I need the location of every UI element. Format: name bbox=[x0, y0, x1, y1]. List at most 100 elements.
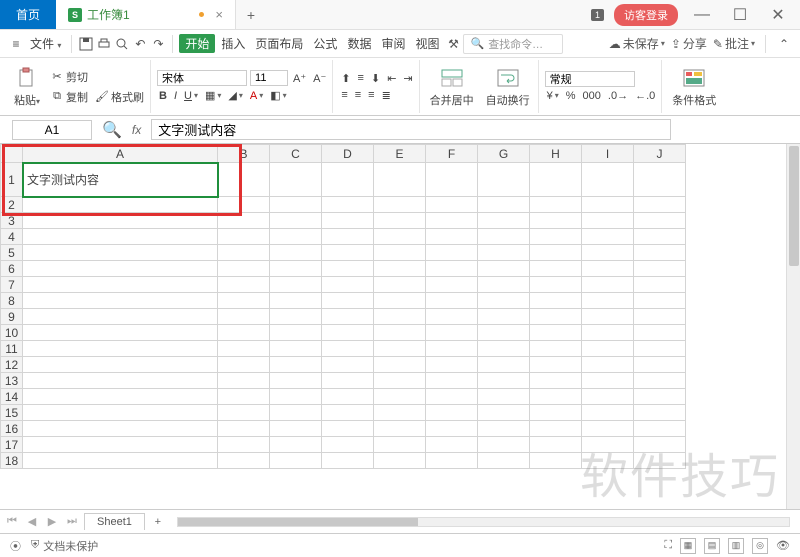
cell[interactable] bbox=[270, 277, 322, 293]
fx-label[interactable]: fx bbox=[132, 123, 141, 137]
scrollbar-thumb[interactable] bbox=[789, 146, 799, 266]
cell[interactable] bbox=[582, 245, 634, 261]
cell[interactable] bbox=[582, 277, 634, 293]
minimize-icon[interactable]: — bbox=[688, 5, 716, 25]
start-tab[interactable]: 开始 bbox=[179, 34, 215, 53]
cell[interactable] bbox=[218, 245, 270, 261]
cell[interactable] bbox=[218, 341, 270, 357]
number-format-select[interactable] bbox=[545, 71, 635, 87]
font-size-select[interactable] bbox=[250, 70, 288, 86]
cell[interactable] bbox=[322, 389, 374, 405]
column-header[interactable]: I bbox=[582, 145, 634, 163]
row-header[interactable]: 9 bbox=[1, 309, 23, 325]
cell[interactable] bbox=[582, 357, 634, 373]
cell[interactable] bbox=[582, 293, 634, 309]
cell[interactable] bbox=[426, 229, 478, 245]
cell[interactable] bbox=[322, 213, 374, 229]
cell[interactable] bbox=[530, 437, 582, 453]
cell[interactable] bbox=[426, 341, 478, 357]
cell[interactable] bbox=[374, 213, 426, 229]
cell[interactable] bbox=[23, 197, 218, 213]
cell[interactable] bbox=[23, 293, 218, 309]
cell[interactable] bbox=[218, 293, 270, 309]
toolbox-icon[interactable]: ⚒ bbox=[445, 36, 461, 52]
cell[interactable] bbox=[374, 325, 426, 341]
cell[interactable] bbox=[322, 277, 374, 293]
sheet-nav-last-icon[interactable]: ⏭ bbox=[64, 515, 80, 528]
row-header[interactable]: 14 bbox=[1, 389, 23, 405]
collapse-ribbon-icon[interactable]: ⌃ bbox=[776, 36, 792, 52]
cell[interactable] bbox=[426, 197, 478, 213]
cell[interactable] bbox=[23, 357, 218, 373]
cell[interactable] bbox=[478, 437, 530, 453]
percent-button[interactable]: % bbox=[564, 89, 578, 103]
cell[interactable] bbox=[218, 437, 270, 453]
align-middle-button[interactable]: ≡ bbox=[356, 71, 366, 85]
cell[interactable] bbox=[426, 405, 478, 421]
sheet-nav-next-icon[interactable]: ▶ bbox=[44, 515, 60, 528]
cell[interactable] bbox=[426, 373, 478, 389]
cell[interactable] bbox=[270, 293, 322, 309]
cell[interactable] bbox=[374, 309, 426, 325]
cell[interactable] bbox=[218, 421, 270, 437]
row-header[interactable]: 1 bbox=[1, 163, 23, 197]
fullscreen-icon[interactable]: ⛶ bbox=[664, 539, 672, 552]
column-header[interactable]: B bbox=[218, 145, 270, 163]
formula-tab[interactable]: 公式 bbox=[309, 35, 341, 52]
cell[interactable] bbox=[530, 309, 582, 325]
cell[interactable] bbox=[218, 325, 270, 341]
decrease-font-button[interactable]: A⁻ bbox=[311, 71, 328, 86]
close-tab-icon[interactable]: × bbox=[215, 7, 223, 22]
cell[interactable] bbox=[478, 341, 530, 357]
cell[interactable] bbox=[374, 245, 426, 261]
column-header[interactable]: D bbox=[322, 145, 374, 163]
cell[interactable] bbox=[270, 437, 322, 453]
cell[interactable] bbox=[374, 261, 426, 277]
cell[interactable] bbox=[322, 163, 374, 197]
cell[interactable] bbox=[270, 261, 322, 277]
cell[interactable] bbox=[322, 341, 374, 357]
cell[interactable] bbox=[374, 405, 426, 421]
cell[interactable] bbox=[426, 437, 478, 453]
document-protect-status[interactable]: ⛨ 文档未保护 bbox=[31, 538, 98, 554]
cell[interactable] bbox=[634, 261, 686, 277]
cell[interactable] bbox=[322, 421, 374, 437]
cell[interactable] bbox=[23, 437, 218, 453]
cell[interactable] bbox=[530, 277, 582, 293]
cell[interactable] bbox=[23, 229, 218, 245]
cell[interactable] bbox=[530, 405, 582, 421]
spreadsheet-grid[interactable]: A B C D E F G H I J 1 文字测试内容 2 3 4 bbox=[0, 144, 686, 469]
align-left-button[interactable]: ≡ bbox=[339, 88, 349, 102]
cell[interactable] bbox=[270, 405, 322, 421]
indent-increase-button[interactable]: ⇥ bbox=[401, 71, 414, 86]
increase-font-button[interactable]: A⁺ bbox=[291, 71, 308, 86]
cell[interactable] bbox=[23, 373, 218, 389]
cell[interactable] bbox=[270, 245, 322, 261]
currency-button[interactable]: ¥▾ bbox=[545, 89, 561, 103]
row-header[interactable]: 16 bbox=[1, 421, 23, 437]
fill-color-button[interactable]: ◢▾ bbox=[226, 88, 244, 103]
cell[interactable] bbox=[634, 373, 686, 389]
cell[interactable] bbox=[23, 309, 218, 325]
cell[interactable] bbox=[634, 405, 686, 421]
row-header[interactable]: 12 bbox=[1, 357, 23, 373]
cell[interactable] bbox=[374, 389, 426, 405]
cell[interactable] bbox=[218, 389, 270, 405]
cell[interactable] bbox=[634, 421, 686, 437]
cell[interactable] bbox=[426, 325, 478, 341]
reading-view-button[interactable]: ◎ bbox=[752, 538, 768, 554]
column-header[interactable]: E bbox=[374, 145, 426, 163]
cell[interactable] bbox=[218, 309, 270, 325]
cell[interactable] bbox=[478, 389, 530, 405]
data-tab[interactable]: 数据 bbox=[343, 35, 375, 52]
cell[interactable] bbox=[218, 453, 270, 469]
document-tab[interactable]: S 工作簿1 × bbox=[56, 0, 236, 29]
record-macro-icon[interactable]: ⦿ bbox=[10, 538, 21, 554]
cell[interactable] bbox=[322, 229, 374, 245]
underline-button[interactable]: U▾ bbox=[182, 89, 200, 103]
cell[interactable] bbox=[322, 405, 374, 421]
cell[interactable] bbox=[582, 213, 634, 229]
copy-button[interactable]: ⧉复制 bbox=[48, 88, 90, 106]
redo-icon[interactable]: ↷ bbox=[150, 36, 166, 52]
cell[interactable] bbox=[218, 405, 270, 421]
